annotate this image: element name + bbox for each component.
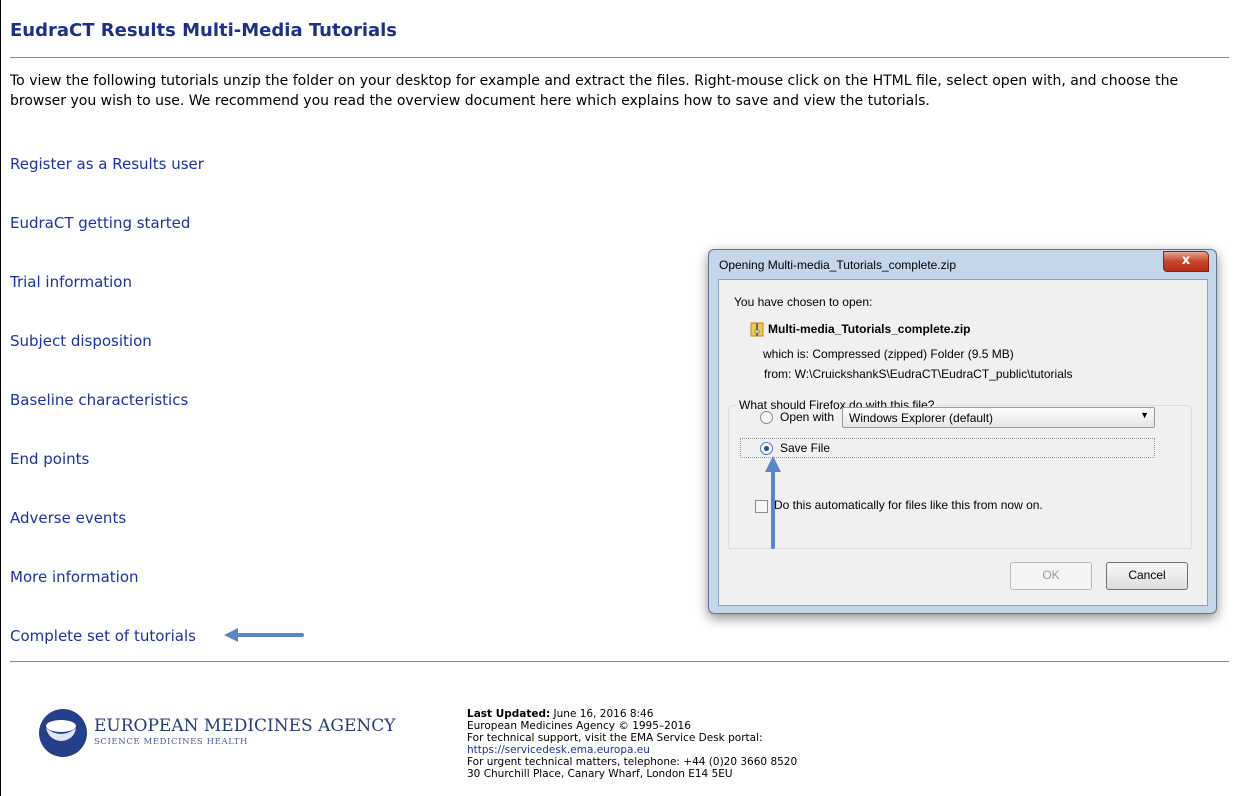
intro-text: To view the following tutorials unzip th… [10, 73, 1179, 109]
ok-button[interactable]: OK [1010, 562, 1092, 590]
open-with-label[interactable]: Open with [780, 410, 834, 424]
annotation-arrow-left-icon [224, 628, 304, 642]
open-with-value: Windows Explorer (default) [849, 411, 994, 425]
download-dialog: Opening Multi-media_Tutorials_complete.z… [708, 249, 1217, 614]
link-adverse-events[interactable]: Adverse events [10, 509, 126, 527]
footer-info: Last Updated: June 16, 2016 8:46 Europea… [467, 708, 797, 780]
ema-logo-icon [39, 709, 87, 757]
link-more-information[interactable]: More information [10, 568, 139, 586]
footer-last-updated: Last Updated: June 16, 2016 8:46 [467, 708, 797, 720]
footer-address: 30 Churchill Place, Canary Wharf, London… [467, 768, 733, 780]
link-baseline-characteristics[interactable]: Baseline characteristics [10, 391, 188, 409]
top-divider [10, 57, 1229, 58]
page-left-border [0, 0, 1, 796]
chevron-down-icon: ▼ [1140, 410, 1149, 420]
open-with-select[interactable]: Windows Explorer (default) ▼ [842, 407, 1155, 428]
link-end-points[interactable]: End points [10, 450, 89, 468]
dialog-title: Opening Multi-media_Tutorials_complete.z… [719, 258, 956, 272]
link-subject-disposition[interactable]: Subject disposition [10, 332, 152, 350]
file-source: from: W:\CruickshankS\EudraCT\EudraCT_pu… [764, 367, 1073, 381]
logo-name: EUROPEAN MEDICINES AGENCY [94, 716, 396, 736]
cancel-button[interactable]: Cancel [1106, 562, 1188, 590]
save-file-label[interactable]: Save File [780, 441, 830, 455]
page-title: EudraCT Results Multi-Media Tutorials [10, 20, 398, 41]
open-with-radio[interactable] [760, 411, 773, 424]
ema-logo: EUROPEAN MEDICINES AGENCY SCIENCE MEDICI… [38, 708, 395, 762]
chosen-label: You have chosen to open: [734, 295, 873, 309]
link-complete-set-tutorials[interactable]: Complete set of tutorials [10, 627, 196, 645]
auto-label[interactable]: Do this automatically for files like thi… [774, 498, 1043, 512]
link-trial-information[interactable]: Trial information [10, 273, 132, 291]
servicedesk-link[interactable]: https://servicedesk.ema.europa.eu [467, 744, 650, 756]
file-type: which is: Compressed (zipped) Folder (9.… [763, 347, 1014, 361]
footer-support: For technical support, visit the EMA Ser… [467, 732, 763, 744]
logo-tagline: SCIENCE MEDICINES HEALTH [94, 737, 249, 747]
link-register-results-user[interactable]: Register as a Results user [10, 155, 204, 173]
auto-checkbox[interactable] [755, 500, 768, 513]
bottom-divider [10, 661, 1229, 662]
last-updated-label: Last Updated: [467, 708, 551, 720]
last-updated-value: June 16, 2016 8:46 [550, 708, 654, 720]
file-name: Multi-media_Tutorials_complete.zip [768, 322, 971, 336]
link-getting-started[interactable]: EudraCT getting started [10, 214, 190, 232]
footer-copyright: European Medicines Agency © 1995–2016 [467, 720, 691, 732]
zip-file-icon [750, 322, 764, 337]
dialog-close-button[interactable]: x [1163, 251, 1209, 272]
dialog-body: You have chosen to open: Multi-media_Tut… [718, 279, 1208, 606]
footer-urgent: For urgent technical matters, telephone:… [467, 756, 798, 768]
